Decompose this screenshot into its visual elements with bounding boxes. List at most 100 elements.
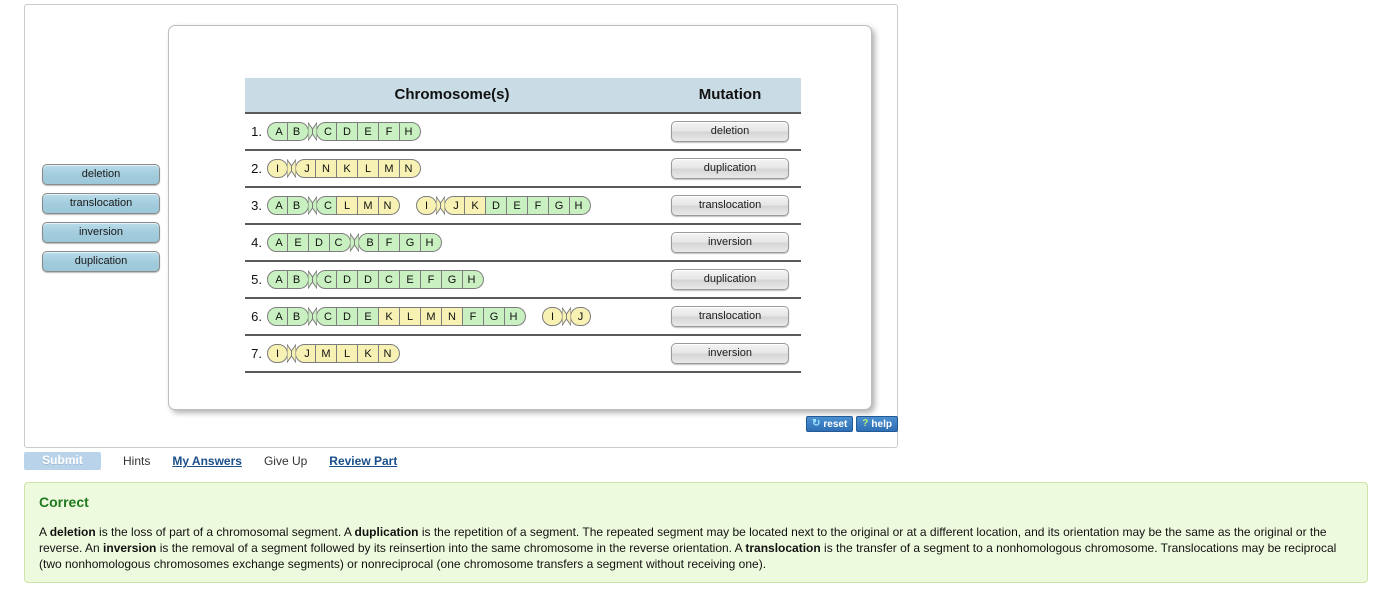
chromosome-segment: H: [421, 233, 442, 252]
refresh-icon: ↻: [812, 418, 821, 429]
answer-slot[interactable]: translocation: [671, 306, 789, 327]
chromosome-segment: E: [400, 270, 421, 289]
chromosome-segment: D: [358, 270, 379, 289]
help-button[interactable]: ? help: [856, 416, 898, 432]
chromosome-arm-right: JMLKN: [295, 344, 400, 363]
chromosome-arm-right: BFGH: [358, 233, 442, 252]
chromosome-body: ABCDEKLMNFGH: [267, 307, 526, 326]
chromosome-body: I JNKLMN: [267, 159, 421, 178]
answer-slot[interactable]: deletion: [671, 121, 789, 142]
chromosome-segment: G: [442, 270, 463, 289]
chromosome-segment: H: [400, 122, 421, 141]
row-number: 4.: [251, 235, 262, 250]
chromosome-cell: 2. I J N K L M N: [245, 149, 659, 187]
chromosome-segment: N: [379, 344, 400, 363]
table-row: 4. A E D C B F G H inversion: [245, 223, 801, 261]
chromosome-segment: K: [379, 307, 400, 326]
chromosome-segment: D: [337, 122, 358, 141]
column-header-mutation: Mutation: [659, 78, 801, 113]
chromosome-cell: 3. A B C L M N I J K D E F G H: [245, 186, 659, 224]
chromosome-segment: A: [267, 196, 288, 215]
chromosome-arm-right: CDEFH: [316, 122, 421, 141]
mutation-cell: deletion: [659, 112, 801, 150]
chromosome-segment: K: [337, 159, 358, 178]
chromosome-segment: A: [267, 122, 288, 141]
answer-slot[interactable]: inversion: [671, 232, 789, 253]
chromosome-segment: M: [421, 307, 442, 326]
matching-table: Chromosome(s) Mutation 1. A B C D E F Hdeletion…: [245, 78, 801, 373]
chromosome-segment: N: [442, 307, 463, 326]
review-part-link[interactable]: Review Part: [329, 454, 397, 468]
chromosome-segment: M: [379, 159, 400, 178]
chromosome-segment: F: [528, 196, 549, 215]
chromosome-segment: G: [484, 307, 505, 326]
feedback-explanation: A deletion is the loss of part of a chro…: [39, 524, 1353, 572]
centromere-icon: [308, 122, 317, 141]
reset-button[interactable]: ↻ reset: [806, 416, 854, 432]
matching-workspace: Chromosome(s) Mutation 1. A B C D E F Hdeletion…: [168, 25, 872, 410]
drag-label-duplication[interactable]: duplication: [42, 251, 160, 272]
chromosome: IJ: [542, 307, 591, 326]
chromosome-arm-left: I: [267, 159, 288, 178]
chromosome: ABCLMN: [267, 196, 400, 215]
answer-slot[interactable]: duplication: [671, 158, 789, 179]
table-header-row: Chromosome(s) Mutation: [245, 78, 801, 113]
answer-slot[interactable]: duplication: [671, 269, 789, 290]
drag-answer-bank: deletion translocation inversion duplicatio…: [42, 164, 162, 280]
chromosome-segment: J: [570, 307, 591, 326]
mutation-cell: inversion: [659, 223, 801, 261]
reset-button-label: reset: [823, 418, 848, 430]
chromosome: ABCDEKLMNFGH: [267, 307, 526, 326]
chromosome-segment: D: [486, 196, 507, 215]
chromosome-arm-right: JNKLMN: [295, 159, 421, 178]
chromosome-segment: M: [358, 196, 379, 215]
chromosome-body: IJKDEFGH: [416, 196, 591, 215]
table-row: 3. A B C L M N I J K D E F G Htranslocation: [245, 186, 801, 224]
drag-label-translocation[interactable]: translocation: [42, 193, 160, 214]
workspace-tool-buttons: ↻ reset ? help: [806, 416, 898, 432]
chromosome: AEDCBFGH: [267, 233, 442, 252]
chromosome-segment: N: [400, 159, 421, 178]
row-number: 7.: [251, 346, 262, 361]
chromosome-cell: 4. A E D C B F G H: [245, 223, 659, 261]
chromosome-segment: L: [358, 159, 379, 178]
centromere-icon: [287, 159, 296, 178]
chromosome-segment: N: [316, 159, 337, 178]
answer-slot[interactable]: translocation: [671, 195, 789, 216]
chromosome-cell: 1. A B C D E F H: [245, 112, 659, 150]
give-up-button[interactable]: Give Up: [264, 454, 307, 468]
chromosome-segment: I: [416, 196, 437, 215]
drag-label-inversion[interactable]: inversion: [42, 222, 160, 243]
drag-label-deletion[interactable]: deletion: [42, 164, 160, 185]
chromosome-segment: E: [288, 233, 309, 252]
feedback-text: is the removal of a segment followed by …: [156, 541, 746, 555]
chromosome: I JNKLMN: [267, 159, 421, 178]
hints-button[interactable]: Hints: [123, 454, 150, 468]
question-mark-icon: ?: [862, 418, 869, 429]
chromosome-segment: E: [358, 122, 379, 141]
chromosome-segment: A: [267, 307, 288, 326]
chromosome-arm-left: AB: [267, 270, 309, 289]
feedback-title: Correct: [39, 494, 89, 510]
chromosome-segment: C: [379, 270, 400, 289]
feedback-term: translocation: [745, 541, 821, 555]
chromosome: AB CDEFH: [267, 122, 421, 141]
my-answers-link[interactable]: My Answers: [172, 454, 242, 468]
chromosome-segment: B: [288, 122, 309, 141]
table-body: 1. A B C D E F Hdeletion 2. I J N K L M Nduplication 3. A…: [245, 112, 801, 373]
submit-button[interactable]: Submit: [24, 452, 101, 470]
mutation-cell: translocation: [659, 297, 801, 335]
chromosome-segment: H: [505, 307, 526, 326]
row-number: 2.: [251, 161, 262, 176]
chromosome-segment: F: [379, 122, 400, 141]
chromosome-segment: E: [507, 196, 528, 215]
chromosome-body: ABCDDCEFGH: [267, 270, 484, 289]
centromere-icon: [287, 344, 296, 363]
centromere-icon: [308, 270, 317, 289]
chromosome-body: ABCLMN: [267, 196, 400, 215]
feedback-term: deletion: [49, 525, 96, 539]
chromosome: IJKDEFGH: [416, 196, 591, 215]
feedback-term: duplication: [354, 525, 419, 539]
row-number: 6.: [251, 309, 262, 324]
answer-slot[interactable]: inversion: [671, 343, 789, 364]
